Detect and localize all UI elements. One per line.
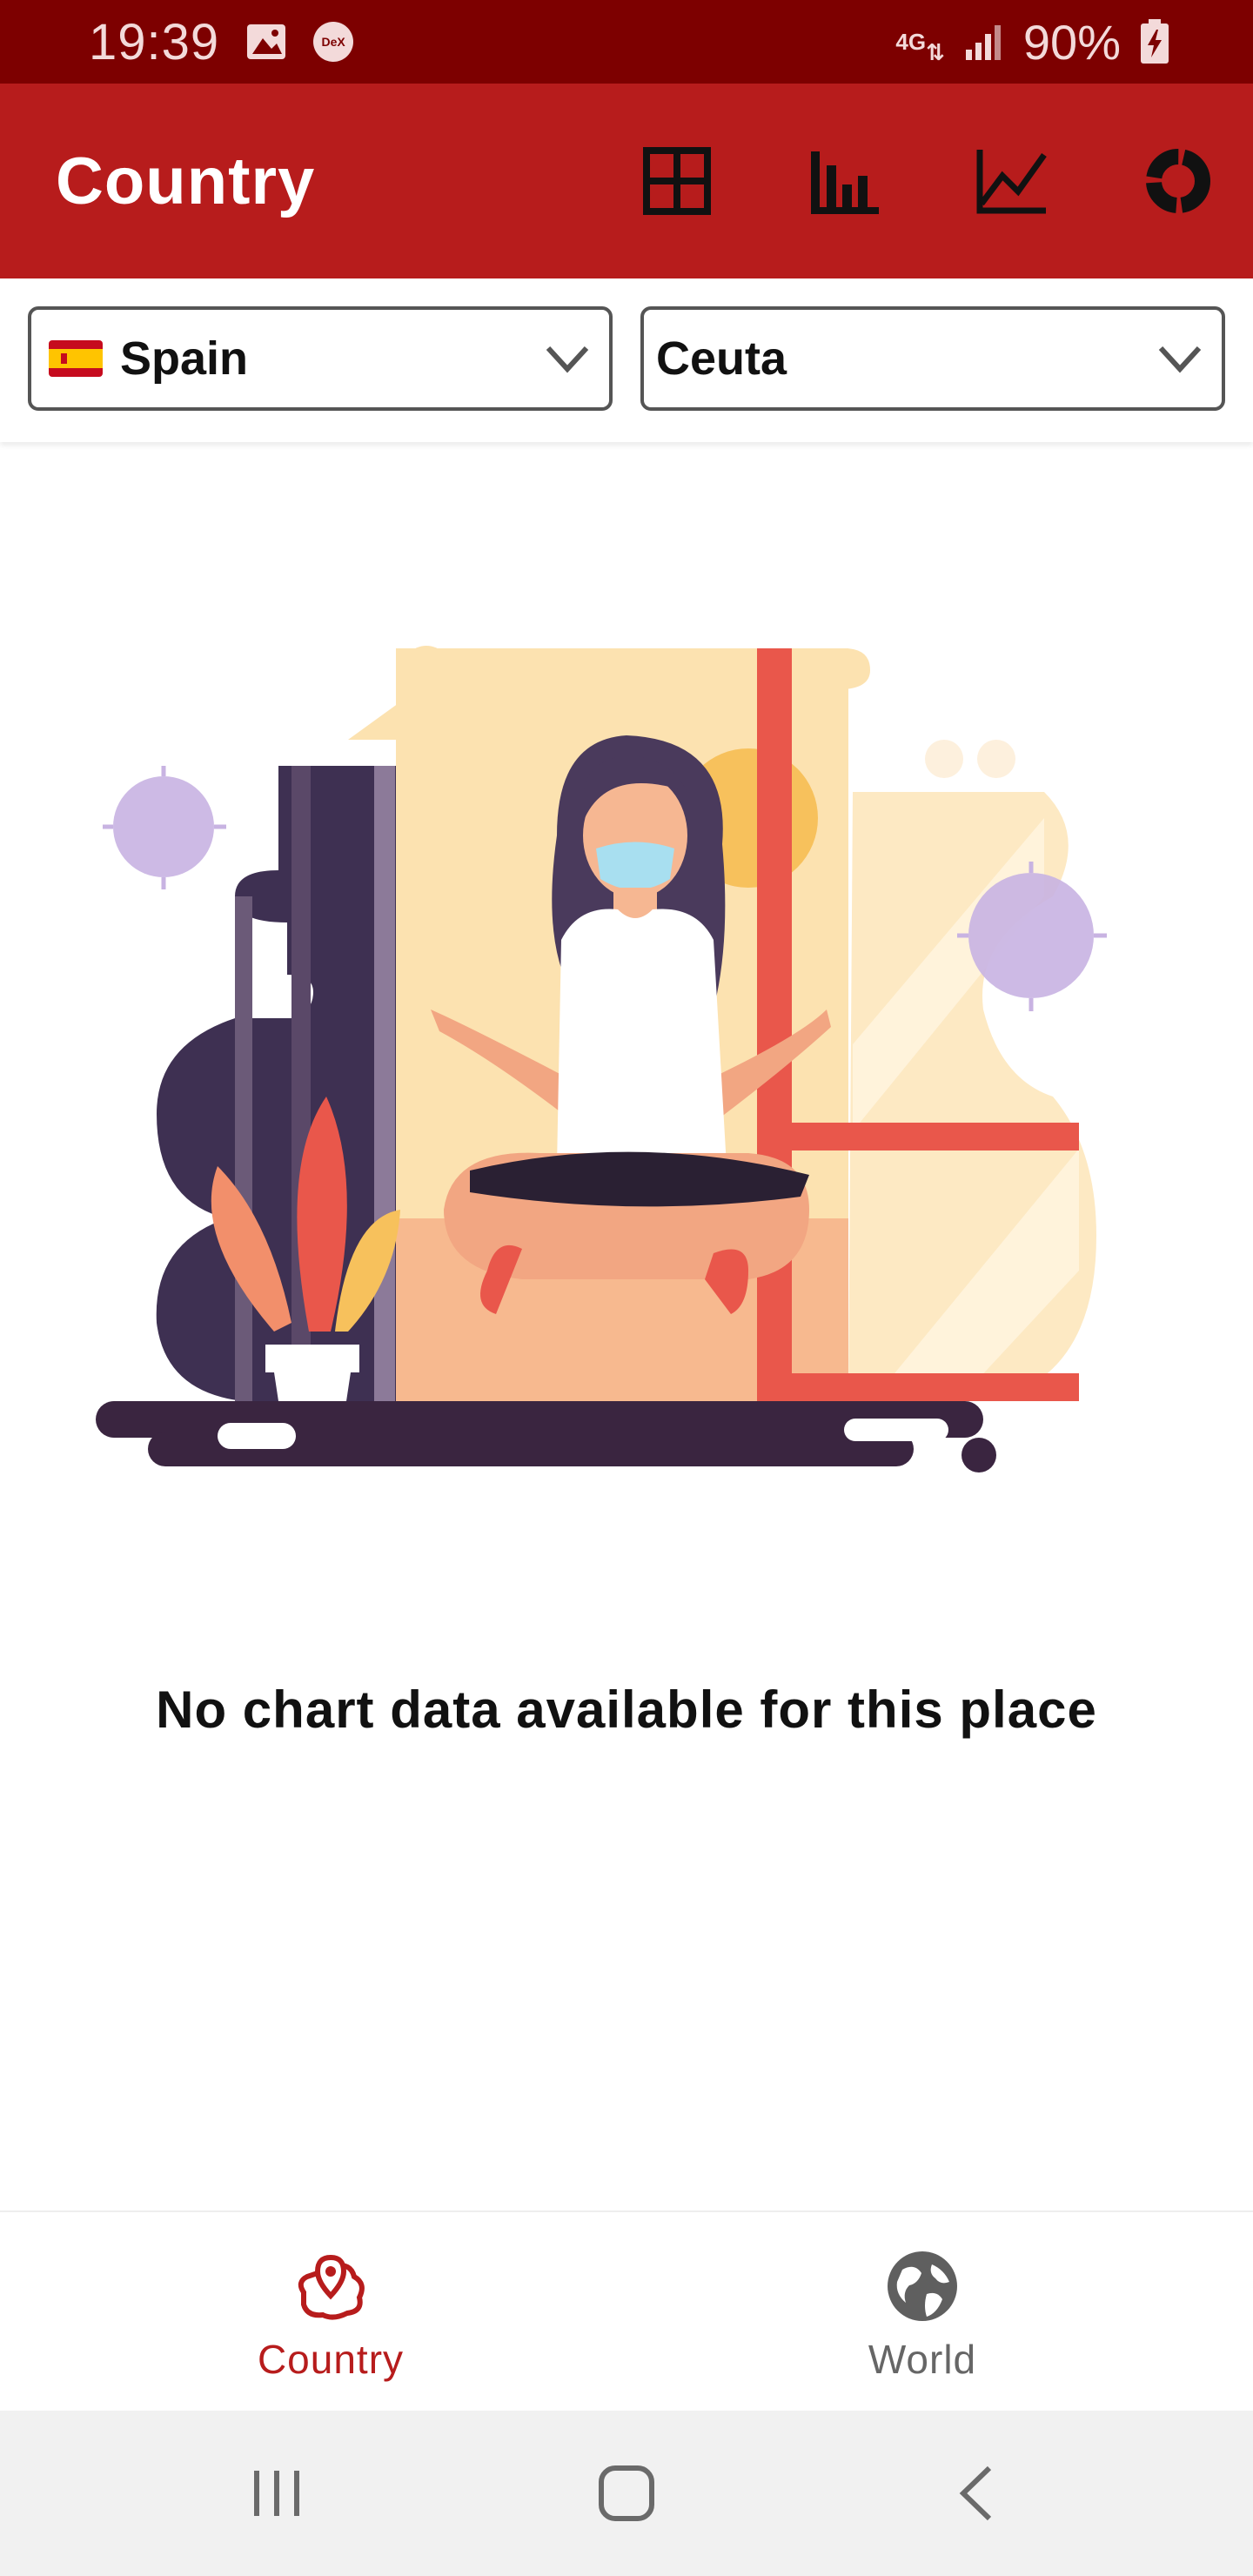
app-bar-actions — [592, 84, 1253, 278]
bottom-navigation: Country World — [0, 2210, 1253, 2411]
back-button[interactable] — [924, 2450, 1029, 2537]
recent-apps-icon — [254, 2471, 299, 2516]
nav-item-country[interactable]: Country — [17, 2212, 644, 2412]
nav-item-world[interactable]: World — [609, 2212, 1236, 2412]
table-view-button[interactable] — [633, 138, 720, 225]
page-title: Country — [56, 144, 316, 218]
system-navigation-bar — [0, 2411, 1253, 2576]
chevron-down-icon — [1158, 345, 1202, 373]
donut-chart-button[interactable] — [1135, 138, 1222, 225]
status-time: 19:39 — [89, 13, 220, 70]
bar-chart-button[interactable] — [801, 138, 888, 225]
battery-charging-icon — [1140, 19, 1169, 64]
chevron-down-icon — [546, 345, 589, 373]
globe-icon — [888, 2251, 957, 2321]
app-bar: Country — [0, 84, 1253, 278]
nav-label-country: Country — [257, 2337, 405, 2382]
battery-percent: 90% — [1022, 14, 1121, 70]
table-icon — [643, 147, 711, 215]
empty-state-message: No chart data available for this place — [156, 1680, 1097, 1739]
dex-icon: DeX — [313, 22, 354, 62]
region-dropdown[interactable]: Ceuta — [640, 306, 1225, 411]
meditating-woman-illustration — [96, 646, 1107, 1472]
signal-icon — [964, 22, 1004, 62]
home-button[interactable] — [574, 2450, 679, 2537]
back-icon — [959, 2465, 992, 2521]
bar-chart-icon — [811, 151, 879, 214]
donut-chart-icon — [1146, 149, 1210, 213]
country-selected-value: Spain — [120, 332, 249, 385]
map-pin-icon — [298, 2254, 365, 2320]
image-icon — [245, 23, 287, 61]
spain-flag-icon — [49, 340, 103, 377]
home-icon — [599, 2465, 654, 2521]
nav-label-world: World — [868, 2337, 977, 2382]
network-type: 4G ⇅ — [895, 29, 945, 65]
place-selectors: Spain Ceuta — [0, 278, 1253, 442]
region-selected-value: Ceuta — [656, 332, 787, 385]
status-bar: 19:39 DeX 4G ⇅ 90% — [0, 0, 1253, 84]
recent-apps-button[interactable] — [224, 2450, 329, 2537]
country-dropdown[interactable]: Spain — [28, 306, 613, 411]
line-chart-button[interactable] — [968, 138, 1055, 225]
line-chart-icon — [976, 150, 1047, 214]
